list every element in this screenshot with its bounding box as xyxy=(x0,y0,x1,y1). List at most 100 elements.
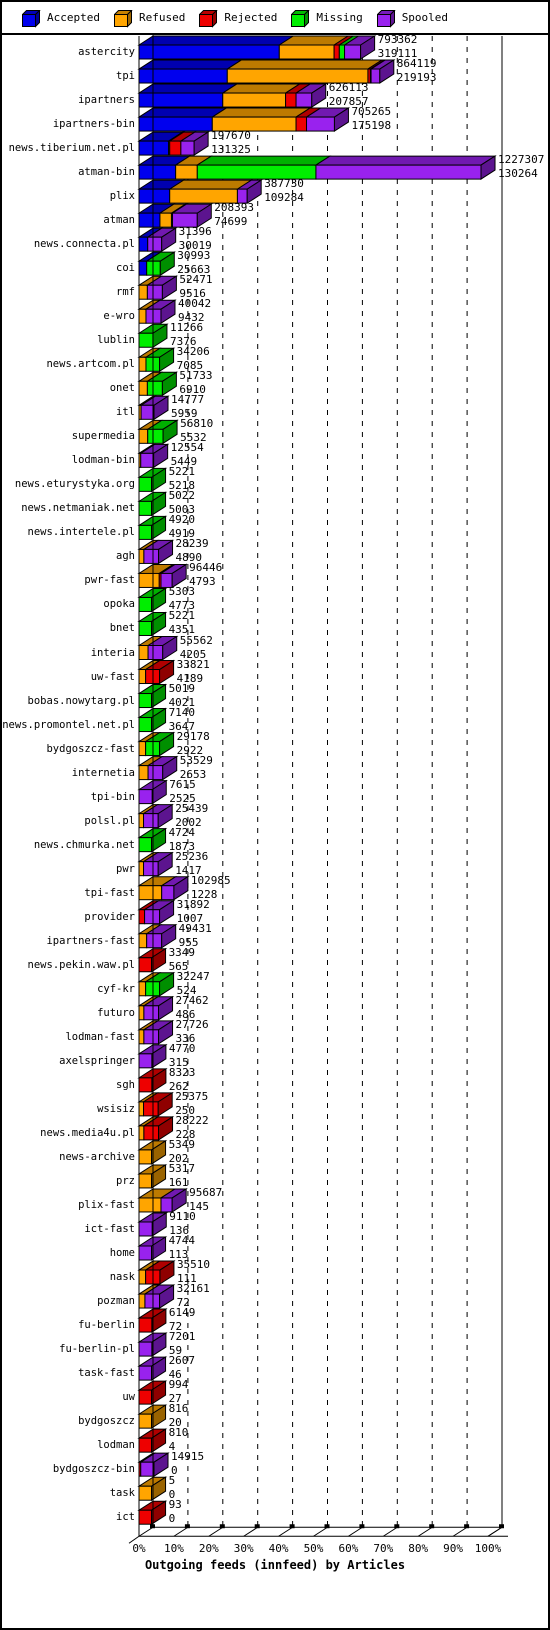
segment-front-face xyxy=(138,837,153,853)
x-tick-mark xyxy=(219,1524,225,1529)
segment-front-face xyxy=(138,957,153,973)
category-label: coi xyxy=(116,262,135,275)
segment-front-face xyxy=(143,548,160,564)
legend-label: Rejected xyxy=(224,11,278,24)
segment-front-face xyxy=(138,741,147,757)
value-label-total: 5317 xyxy=(168,1161,196,1175)
value-label-total: 55562 xyxy=(179,633,213,647)
value-label-total: 5019 xyxy=(168,681,196,695)
value-label-total: 994 xyxy=(168,1378,189,1392)
segment-front-face xyxy=(138,188,171,204)
category-label: news.promontel.net.pl xyxy=(2,718,135,731)
value-label-accepted: 175198 xyxy=(351,119,392,133)
value-label-total: 95687 xyxy=(189,1185,223,1199)
segment-front-face xyxy=(138,620,153,636)
segment-front-face xyxy=(138,380,148,396)
value-label-total: 25236 xyxy=(175,849,209,863)
category-label: news.eturystyka.org xyxy=(14,478,135,491)
value-label-total: 208393 xyxy=(214,201,255,215)
segment-front-face xyxy=(138,1197,162,1213)
category-label: atman xyxy=(103,214,135,227)
bar-segment-spooled xyxy=(314,155,497,180)
segment-front-face xyxy=(138,765,149,781)
segment-front-face xyxy=(138,1413,153,1429)
value-label-total: 31396 xyxy=(178,225,212,239)
value-label-total: 5349 xyxy=(168,1137,196,1151)
value-label-total: 7201 xyxy=(168,1330,196,1344)
segment-front-face xyxy=(161,885,175,901)
chart-legend: Accepted Refused Rejected Missing Spooled xyxy=(2,2,548,35)
cube-icon xyxy=(22,9,41,28)
value-label-total: 4770 xyxy=(168,1041,196,1055)
bar-segment-refused xyxy=(210,107,312,132)
value-label-total: 705265 xyxy=(351,105,392,119)
chart-frame: Accepted Refused Rejected Missing Spooled as… xyxy=(0,0,550,1630)
segment-front-face xyxy=(138,68,228,84)
x-tick-label: 50% xyxy=(303,1542,324,1556)
bar-segment-accepted xyxy=(137,59,243,84)
x-tick-label: 0% xyxy=(132,1542,146,1556)
segment-front-face xyxy=(138,1437,153,1453)
category-label: news.connecta.pl xyxy=(33,238,135,251)
category-label: ict-fast xyxy=(84,1222,135,1235)
segment-front-face xyxy=(138,500,153,516)
category-label: lodman xyxy=(97,1439,135,1452)
category-label: tpi-bin xyxy=(90,790,135,803)
segment-top-face xyxy=(314,155,497,166)
x-tick xyxy=(383,1526,398,1537)
segment-front-face xyxy=(138,596,153,612)
segment-front-face xyxy=(138,524,153,540)
category-label: ipartners-fast xyxy=(46,934,135,947)
x-axis-ticks xyxy=(138,1524,504,1537)
value-label-total: 53529 xyxy=(179,753,213,767)
value-label-total: 864119 xyxy=(396,57,437,71)
segment-front-face xyxy=(138,140,170,156)
category-label: news-archive xyxy=(59,1150,135,1163)
category-label: pwr-fast xyxy=(84,574,135,587)
segment-front-face xyxy=(143,1101,159,1117)
value-label-total: 5303 xyxy=(168,585,196,599)
segment-front-face xyxy=(138,476,153,492)
segment-front-face xyxy=(140,1461,155,1477)
value-label-total: 32247 xyxy=(176,969,210,983)
value-label-total: 816 xyxy=(168,1402,189,1416)
value-label-total: 56810 xyxy=(180,417,214,431)
segment-front-face xyxy=(138,572,160,588)
segment-top-face xyxy=(195,155,332,166)
category-label: atman-bin xyxy=(78,166,135,179)
segment-front-face xyxy=(138,332,154,348)
value-label-total: 5 xyxy=(168,1474,176,1488)
x-tick-label: 20% xyxy=(198,1542,219,1556)
category-label: supermedia xyxy=(71,430,135,443)
segment-front-face xyxy=(138,1245,153,1261)
x-tick-mark xyxy=(324,1524,330,1529)
segment-front-face xyxy=(138,693,153,709)
segment-front-face xyxy=(138,308,147,324)
segment-front-face xyxy=(138,1221,153,1237)
segment-front-face xyxy=(147,428,164,444)
value-label-total: 387730 xyxy=(264,177,304,191)
segment-front-face xyxy=(138,1509,153,1525)
category-label: home xyxy=(109,1247,135,1259)
segment-front-face xyxy=(175,164,198,180)
x-tick-mark xyxy=(499,1524,504,1529)
segment-front-face xyxy=(138,933,148,949)
segment-front-face xyxy=(138,164,177,180)
x-tick-mark xyxy=(184,1524,190,1529)
segment-front-face xyxy=(306,116,335,132)
segment-front-face xyxy=(138,789,153,805)
segment-front-face xyxy=(147,765,164,781)
segment-front-face xyxy=(333,44,340,60)
bar-segment-missing xyxy=(195,155,332,180)
x-tick-label: 70% xyxy=(373,1542,394,1556)
bar-segment-accepted xyxy=(137,83,239,108)
category-label: task xyxy=(109,1487,135,1500)
x-tick xyxy=(173,1526,189,1537)
x-tick xyxy=(348,1526,363,1537)
cube-icon xyxy=(199,9,219,28)
segment-front-face xyxy=(146,933,163,949)
x-tick xyxy=(487,1526,503,1537)
category-label: prz xyxy=(116,1174,135,1187)
category-label: news.chmurka.net xyxy=(33,838,135,851)
value-label-total: 7140 xyxy=(168,705,196,719)
